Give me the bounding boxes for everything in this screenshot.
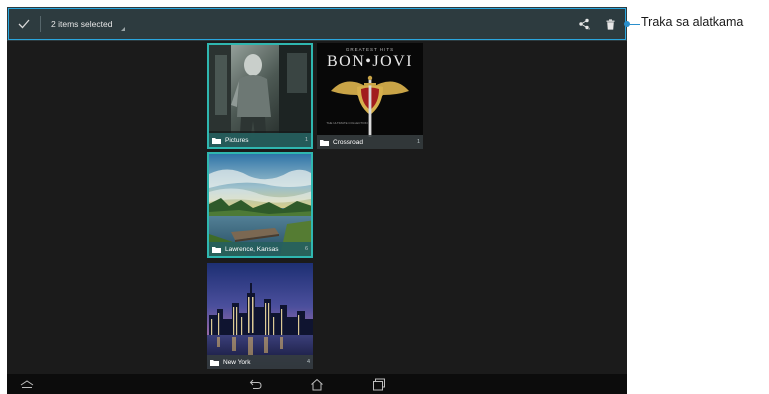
action-toolbar: 2 items selected bbox=[7, 7, 627, 41]
trash-icon bbox=[606, 18, 614, 30]
home-icon bbox=[311, 378, 323, 390]
system-navigation-bar bbox=[7, 374, 627, 394]
folder-icon bbox=[212, 137, 221, 144]
album-art-title: BON•JOVI bbox=[327, 53, 413, 70]
album-count: 6 bbox=[304, 246, 308, 252]
back-button[interactable] bbox=[244, 374, 268, 394]
share-button[interactable] bbox=[572, 7, 596, 41]
selection-count-label: 2 items selected bbox=[51, 19, 113, 29]
album-caption: Lawrence, Kansas 6 bbox=[209, 242, 311, 256]
album-thumbnail bbox=[207, 263, 313, 369]
collapse-icon bbox=[20, 380, 34, 388]
album-name: Crossroad bbox=[333, 138, 363, 146]
album-art-collection-label: THE ULTIMATE COLLECTION bbox=[326, 121, 367, 125]
done-button[interactable] bbox=[11, 7, 37, 41]
album-name: Lawrence, Kansas bbox=[225, 245, 279, 253]
recent-apps-button[interactable] bbox=[367, 374, 391, 394]
back-icon bbox=[249, 379, 262, 389]
album-name: New York bbox=[223, 358, 251, 366]
folder-icon bbox=[210, 359, 219, 366]
album-count: 4 bbox=[306, 359, 310, 365]
album-caption: New York 4 bbox=[207, 355, 313, 369]
album-thumbnail: GREATEST HITS BON•JOVI THE ULTIMATE COLL… bbox=[317, 43, 423, 149]
selection-dropdown[interactable]: 2 items selected bbox=[51, 7, 141, 41]
folder-icon bbox=[212, 246, 221, 253]
home-button[interactable] bbox=[305, 374, 329, 394]
share-icon bbox=[579, 18, 590, 30]
album-tile-lawrence-kansas[interactable]: Lawrence, Kansas 6 bbox=[207, 152, 313, 258]
album-tile-crossroad[interactable]: GREATEST HITS BON•JOVI THE ULTIMATE COLL… bbox=[317, 43, 423, 149]
checkmark-icon bbox=[18, 19, 30, 29]
callout-label: Traka sa alatkama bbox=[641, 15, 744, 29]
album-caption: Pictures 1 bbox=[209, 133, 311, 147]
toolbar-divider bbox=[40, 16, 41, 32]
delete-button[interactable] bbox=[599, 7, 621, 41]
album-count: 1 bbox=[416, 139, 420, 145]
dropdown-indicator-icon bbox=[121, 27, 125, 31]
album-count: 1 bbox=[304, 137, 308, 143]
recent-apps-icon bbox=[373, 378, 385, 390]
gallery-screen: 2 items selected Pictures 1 GREATEST HIT… bbox=[7, 7, 627, 394]
callout-line bbox=[627, 24, 640, 25]
album-caption: Crossroad 1 bbox=[317, 135, 423, 149]
album-art-subtitle: GREATEST HITS bbox=[346, 47, 394, 52]
album-tile-pictures[interactable]: Pictures 1 bbox=[207, 43, 313, 149]
collapse-button[interactable] bbox=[15, 374, 39, 394]
folder-icon bbox=[320, 139, 329, 146]
album-name: Pictures bbox=[225, 136, 249, 144]
album-tile-new-york[interactable]: New York 4 bbox=[207, 263, 313, 369]
